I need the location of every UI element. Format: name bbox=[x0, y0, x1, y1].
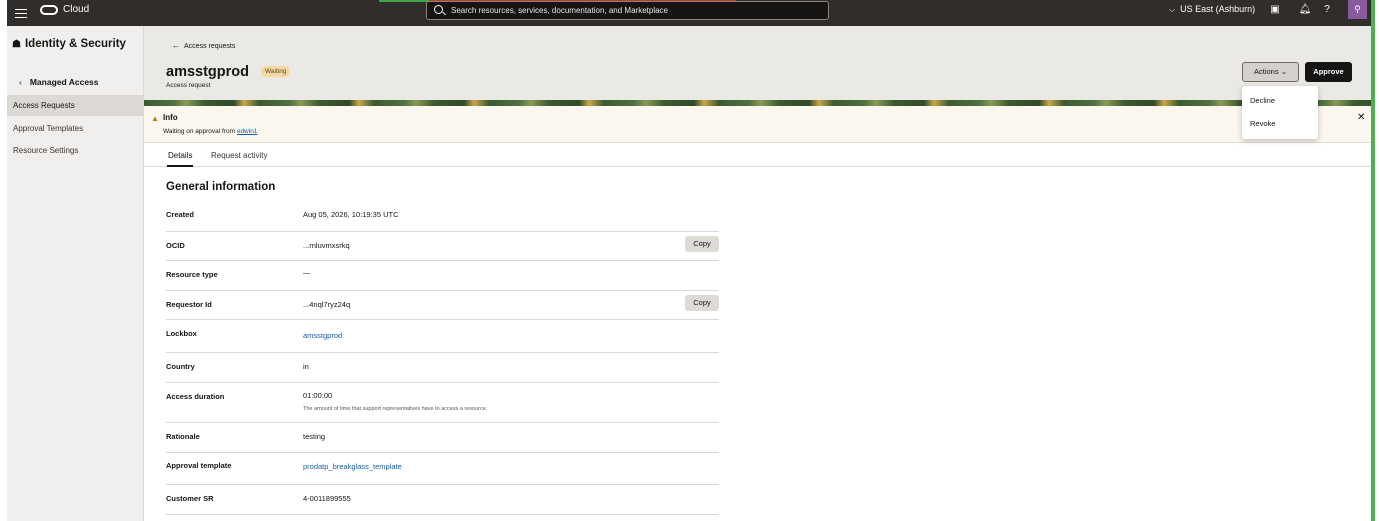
cloud-label[interactable]: Cloud bbox=[63, 4, 89, 15]
lockbox-link[interactable]: amsstgprod bbox=[303, 331, 342, 340]
sidebar-item-approval-templates[interactable]: Approval Templates bbox=[7, 118, 143, 139]
identity-icon: ☗ bbox=[12, 39, 21, 50]
page-title: amsstgprod bbox=[166, 64, 249, 80]
detail-row-country: Country in bbox=[166, 353, 719, 383]
detail-row-ocid: OCID ...rnluvmxsrkq Copy bbox=[166, 232, 719, 261]
row-label: Created bbox=[166, 210, 194, 219]
help-icon[interactable]: ? bbox=[1320, 3, 1334, 17]
arrow-left-icon: ← bbox=[172, 41, 180, 50]
focus-border bbox=[1371, 0, 1375, 521]
chevron-down-icon: ⌵ bbox=[1169, 5, 1176, 14]
sidebar-item-access-requests[interactable]: Access Requests bbox=[7, 95, 143, 116]
profile-icon[interactable]: ⚲ bbox=[1348, 0, 1367, 19]
approve-button[interactable]: Approve bbox=[1305, 62, 1352, 82]
info-message: ▲ Info Waiting on approval from edwin1 ✕ bbox=[144, 106, 1371, 143]
approval-template-link[interactable]: prodatp_breakglass_template bbox=[303, 462, 402, 471]
detail-row-requestor-id: Requestor Id ...4nql7ryz24q Copy bbox=[166, 291, 719, 320]
menu-item-decline[interactable]: Decline bbox=[1250, 96, 1275, 105]
row-value: testing bbox=[303, 432, 326, 441]
back-link[interactable]: ← Access requests bbox=[172, 41, 235, 50]
copy-ocid-button[interactable]: Copy bbox=[685, 236, 719, 252]
row-value: — bbox=[303, 268, 311, 277]
copy-requestor-id-button[interactable]: Copy bbox=[685, 295, 719, 311]
detail-row-approval-template: Approval template prodatp_breakglass_tem… bbox=[166, 453, 719, 485]
row-value: ...rnluvmxsrkq bbox=[303, 241, 350, 250]
sidebar-item-resource-settings[interactable]: Resource Settings bbox=[7, 140, 143, 161]
tab-request-activity[interactable]: Request activity bbox=[211, 151, 267, 160]
row-value: in bbox=[303, 362, 309, 371]
close-icon[interactable]: ✕ bbox=[1357, 112, 1365, 123]
page-subtitle: Access request bbox=[166, 82, 211, 89]
detail-row-customer-sr: Customer SR 4-0011899555 bbox=[166, 485, 719, 515]
chevron-down-icon: ⌄ bbox=[1280, 67, 1287, 76]
status-badge: Waiting bbox=[261, 66, 291, 77]
row-label: Resource type bbox=[166, 270, 218, 279]
main-content: ← Access requests amsstgprod Waiting Acce… bbox=[144, 26, 1371, 521]
row-label: Lockbox bbox=[166, 329, 197, 338]
left-edge bbox=[0, 0, 7, 521]
approver-link[interactable]: edwin1 bbox=[237, 128, 258, 135]
detail-row-lockbox: Lockbox amsstgprod bbox=[166, 320, 719, 353]
section-title: General information bbox=[166, 181, 276, 193]
sidebar-title: ☗ Identity & Security bbox=[12, 38, 126, 50]
actions-button[interactable]: Actions ⌄ bbox=[1242, 62, 1299, 82]
row-label: Rationale bbox=[166, 432, 200, 441]
region-selector[interactable]: ⌵ US East (Ashburn) bbox=[1169, 4, 1255, 15]
info-text: Waiting on approval from edwin1 bbox=[163, 128, 258, 135]
row-label: Country bbox=[166, 362, 195, 371]
bell-icon[interactable]: 🔔︎ bbox=[1298, 3, 1312, 17]
row-label: Requestor Id bbox=[166, 300, 212, 309]
menu-item-revoke[interactable]: Revoke bbox=[1250, 119, 1275, 128]
row-help-text: The amount of time that support represen… bbox=[303, 406, 488, 412]
actions-menu: Decline Revoke bbox=[1242, 86, 1318, 139]
tab-active-indicator bbox=[167, 165, 193, 167]
search-icon bbox=[434, 5, 443, 14]
row-label: OCID bbox=[166, 241, 185, 250]
info-title: Info bbox=[163, 113, 178, 122]
oracle-logo-icon[interactable] bbox=[40, 5, 58, 15]
row-value: 4-0011899555 bbox=[303, 494, 351, 503]
top-bar: Cloud Search resources, services, docume… bbox=[7, 0, 1371, 26]
detail-row-rationale: Rationale testing bbox=[166, 423, 719, 453]
chevron-left-icon: ‹ bbox=[19, 77, 22, 87]
sidebar: ☗ Identity & Security ‹ Managed Access Acc… bbox=[7, 26, 144, 521]
detail-row-access-duration: Access duration 01:00:00 The amount of t… bbox=[166, 383, 719, 423]
row-value: ...4nql7ryz24q bbox=[303, 300, 351, 309]
tab-details[interactable]: Details bbox=[168, 151, 192, 160]
search-placeholder: Search resources, services, documentatio… bbox=[451, 6, 668, 15]
region-label: US East (Ashburn) bbox=[1180, 4, 1256, 14]
page-header: ← Access requests amsstgprod Waiting Acce… bbox=[144, 26, 1371, 106]
row-label: Customer SR bbox=[166, 494, 214, 503]
row-value: Aug 05, 2026, 10:19:35 UTC bbox=[303, 210, 399, 219]
row-label: Approval template bbox=[166, 461, 232, 470]
search-input[interactable]: Search resources, services, documentatio… bbox=[426, 1, 829, 20]
detail-row-created: Created Aug 05, 2026, 10:19:35 UTC bbox=[166, 201, 719, 232]
detail-row-resource-type: Resource type — bbox=[166, 261, 719, 291]
tab-bar: Details Request activity bbox=[144, 144, 1371, 167]
menu-icon[interactable] bbox=[15, 6, 27, 20]
warning-icon: ▲ bbox=[151, 114, 159, 123]
row-label: Access duration bbox=[166, 392, 225, 401]
row-value: 01:00:00 bbox=[303, 391, 333, 400]
cloud-shell-icon[interactable]: ▣ bbox=[1268, 3, 1282, 17]
sidebar-back-managed-access[interactable]: ‹ Managed Access bbox=[19, 77, 99, 87]
